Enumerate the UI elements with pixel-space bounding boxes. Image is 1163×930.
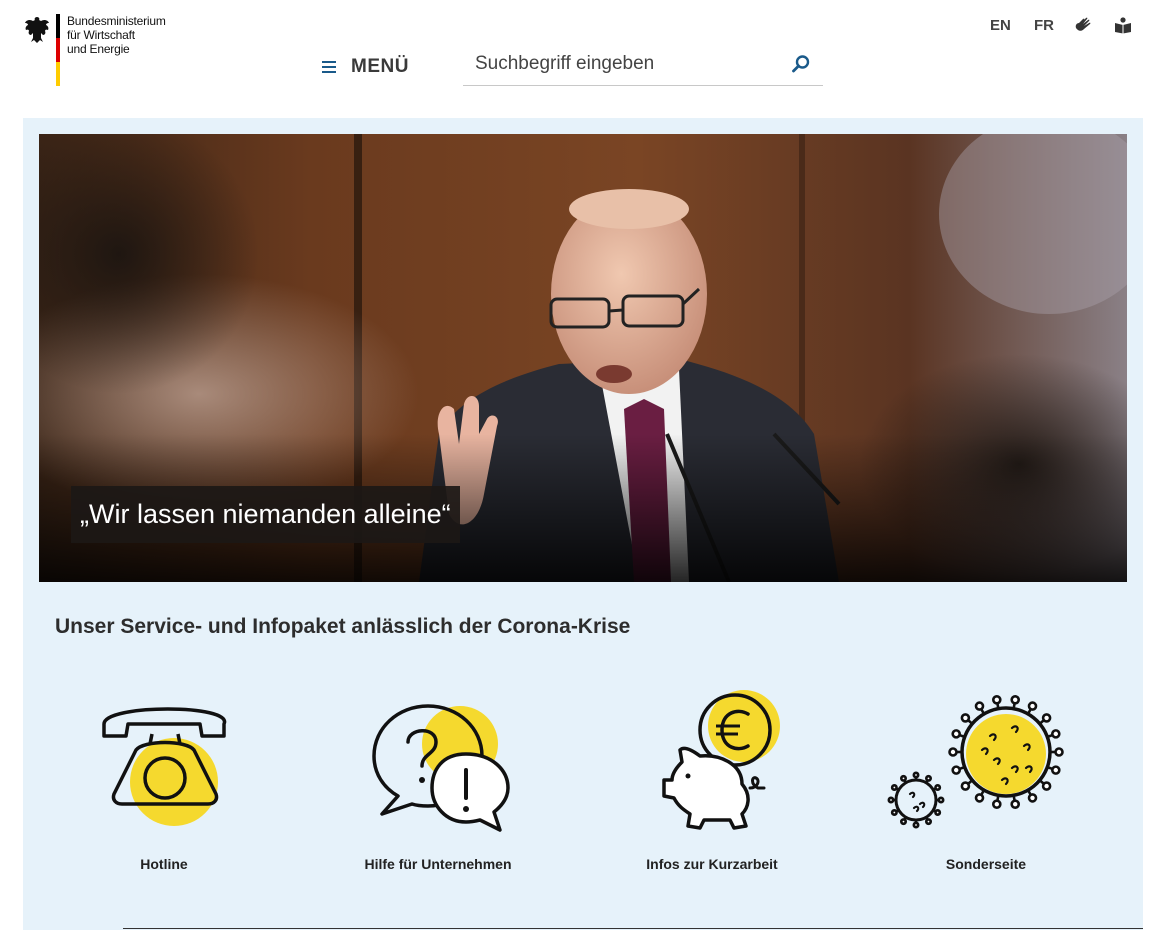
hero-caption: „Wir lassen niemanden alleine“ xyxy=(71,486,460,543)
hamburger-icon xyxy=(322,61,336,73)
tile-label: Hilfe für Unternehmen xyxy=(364,856,512,872)
hero-teaser[interactable]: „Wir lassen niemanden alleine“ xyxy=(39,134,1127,582)
logo-line: und Energie xyxy=(67,42,130,56)
tile-label: Sonderseite xyxy=(945,856,1027,872)
tile-hotline[interactable]: Hotline xyxy=(44,684,284,884)
divider-line xyxy=(123,928,1143,929)
telephone-icon xyxy=(102,707,226,826)
logo-text: Bundesministerium für Wirtschaft und Ene… xyxy=(67,14,166,86)
federal-eagle-icon xyxy=(25,17,49,43)
question-exclamation-icon xyxy=(372,704,510,832)
search-icon[interactable] xyxy=(791,54,811,74)
tile-label: Infos zur Kurzarbeit xyxy=(646,856,778,872)
ministry-logo[interactable]: Bundesministerium für Wirtschaft und Ene… xyxy=(24,14,166,86)
language-en-link[interactable]: EN xyxy=(990,17,1011,34)
german-flag-bar xyxy=(56,14,60,86)
search-input[interactable] xyxy=(463,46,773,82)
section-title: Unser Service- und Infopaket anlässlich … xyxy=(55,615,631,638)
sign-language-icon[interactable] xyxy=(1074,16,1092,34)
virus-icon xyxy=(887,695,1064,829)
piggy-bank-euro-icon xyxy=(662,690,780,830)
main-panel: „Wir lassen niemanden alleine“ Unser Ser… xyxy=(23,118,1143,930)
tile-label: Hotline xyxy=(140,856,188,872)
search-box xyxy=(463,46,823,86)
tile-hilfe-unternehmen[interactable]: Hilfe für Unternehmen xyxy=(318,684,558,884)
menu-label: MENÜ xyxy=(351,56,409,77)
logo-line: Bundesministerium xyxy=(67,14,166,28)
menu-button[interactable]: MENÜ xyxy=(322,56,409,78)
language-fr-link[interactable]: FR xyxy=(1034,17,1054,34)
logo-line: für Wirtschaft xyxy=(67,28,135,42)
tile-sonderseite[interactable]: Sonderseite xyxy=(866,684,1106,884)
tile-kurzarbeit[interactable]: Infos zur Kurzarbeit xyxy=(592,684,832,884)
easy-language-icon[interactable] xyxy=(1114,16,1132,34)
